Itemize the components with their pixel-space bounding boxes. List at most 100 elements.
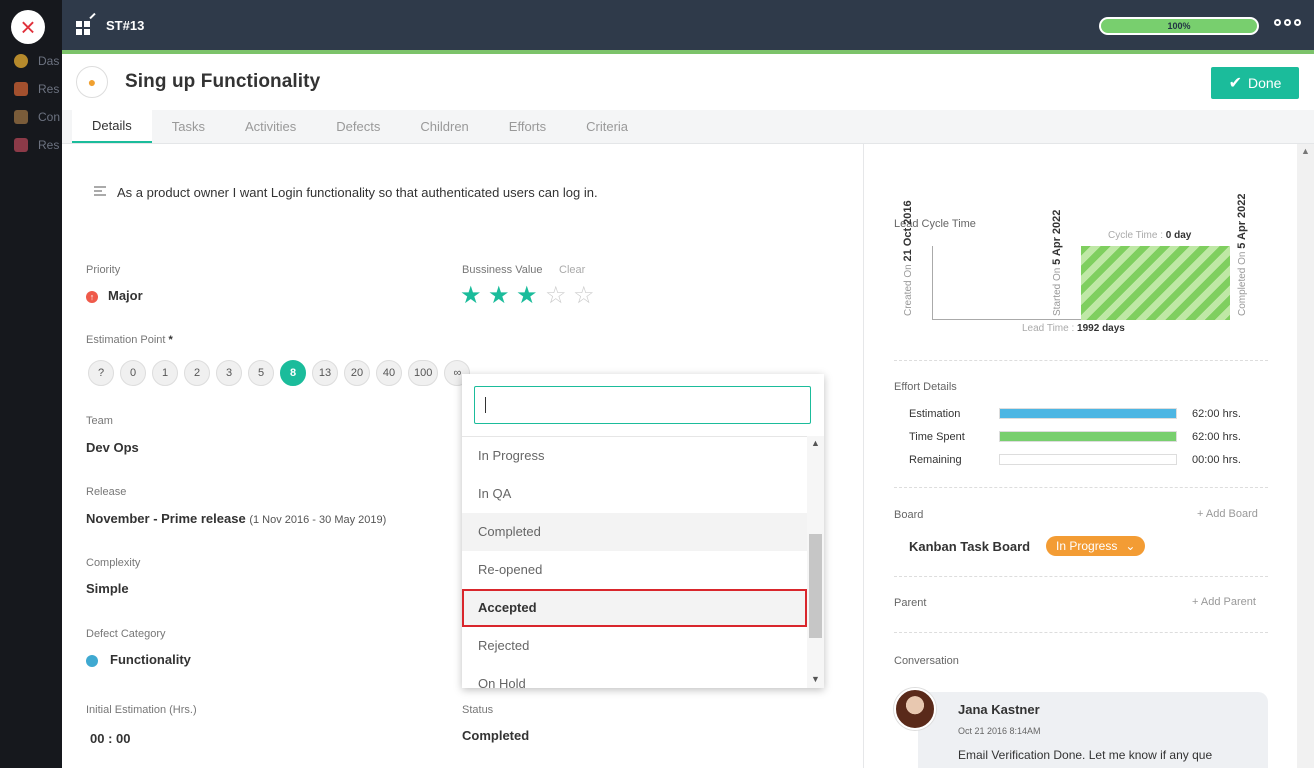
conversation-label: Conversation xyxy=(894,655,959,667)
status-value[interactable]: Completed xyxy=(462,728,529,743)
star-outline-icon[interactable]: ☆ xyxy=(573,284,595,308)
calendar-icon xyxy=(14,110,28,124)
effort-bar xyxy=(999,408,1177,419)
status-option[interactable]: Rejected xyxy=(462,627,807,665)
estimation-point[interactable]: 13 xyxy=(312,360,338,386)
release-range: (1 Nov 2016 - 30 May 2019) xyxy=(249,514,387,526)
right-scrollbar[interactable]: ▲ xyxy=(1297,144,1314,768)
status-option-list: In Progress In QA Completed Re-opened Ac… xyxy=(462,436,807,688)
estimation-point[interactable]: ? xyxy=(88,360,114,386)
estimation-point[interactable]: 3 xyxy=(216,360,242,386)
parent-label: Parent xyxy=(894,597,927,609)
add-parent-link[interactable]: + Add Parent xyxy=(1192,596,1256,608)
app-sidebar-backdrop: Das Res Con Res xyxy=(0,0,62,768)
estimation-points: ? 0 1 2 3 5 8 13 20 40 100 ∞ xyxy=(88,360,471,386)
star-outline-icon[interactable]: ☆ xyxy=(545,284,567,308)
chevron-down-icon[interactable]: ▼ xyxy=(811,674,820,684)
business-value-label: Bussiness Value xyxy=(462,264,543,276)
close-icon[interactable]: × xyxy=(11,10,45,44)
board-name: Kanban Task Board xyxy=(909,539,1031,554)
effort-row-name: Remaining xyxy=(909,454,962,466)
cycle-time: Cycle Time : 0 day xyxy=(1108,230,1191,241)
status-option[interactable]: On Hold xyxy=(462,665,807,688)
add-parent-label: Add Parent xyxy=(1200,596,1256,608)
status-option-selected[interactable]: Accepted xyxy=(462,589,807,627)
effort-bar xyxy=(999,431,1177,442)
tab-activities[interactable]: Activities xyxy=(225,109,316,143)
started-on-date: 5 Apr 2022 xyxy=(1051,209,1063,265)
team-value[interactable]: Dev Ops xyxy=(86,440,139,455)
lead-time-label: Lead Time : xyxy=(1022,323,1075,334)
sidebar-item-label: Con xyxy=(38,110,61,124)
divider xyxy=(894,576,1268,577)
users-icon xyxy=(14,138,28,152)
summary-pane: Lead Cycle Time Cycle Time : 0 day Creat… xyxy=(864,144,1314,768)
more-options-icon[interactable] xyxy=(1274,19,1301,26)
release-value[interactable]: November - Prime release (1 Nov 2016 - 3… xyxy=(86,511,386,526)
chevron-down-icon: ⌄ xyxy=(1125,539,1136,553)
tab-efforts[interactable]: Efforts xyxy=(489,109,566,143)
tab-children[interactable]: Children xyxy=(400,109,488,143)
estimation-point[interactable]: 20 xyxy=(344,360,370,386)
status-option[interactable]: Re-opened xyxy=(462,551,807,589)
message-author: Jana Kastner xyxy=(958,702,1040,717)
completed-on-date: 5 Apr 2022 xyxy=(1236,193,1248,249)
priority-value[interactable]: ↑ Major xyxy=(86,288,143,303)
estimation-point[interactable]: 40 xyxy=(376,360,402,386)
estimation-point[interactable]: 0 xyxy=(120,360,146,386)
status-option[interactable]: In Progress xyxy=(462,437,807,475)
defect-category-text: Functionality xyxy=(110,652,191,667)
effort-bar-fill xyxy=(1000,432,1176,441)
page-title: Sing up Functionality xyxy=(125,71,321,92)
initial-estimation-label: Initial Estimation (Hrs.) xyxy=(86,704,197,716)
lead-cycle-chart: Cycle Time : 0 day Created On 21 Oct 201… xyxy=(894,193,1268,340)
star-icon[interactable]: ★ xyxy=(516,284,538,308)
description-icon xyxy=(94,186,106,198)
clear-rating-link[interactable]: Clear xyxy=(559,264,585,276)
done-button[interactable]: ✔ Done xyxy=(1211,67,1299,99)
scrollbar-thumb[interactable] xyxy=(809,534,822,638)
add-board-link[interactable]: + Add Board xyxy=(1197,508,1258,520)
dashboard-icon xyxy=(14,54,28,68)
star-icon[interactable]: ★ xyxy=(460,284,482,308)
lead-cycle-box xyxy=(932,246,1230,320)
board-status-label: In Progress xyxy=(1056,539,1118,553)
defect-category-value[interactable]: Functionality xyxy=(86,652,191,667)
divider xyxy=(894,632,1268,633)
chevron-up-icon[interactable]: ▲ xyxy=(811,438,820,448)
tab-defects[interactable]: Defects xyxy=(316,109,400,143)
chevron-up-icon[interactable]: ▲ xyxy=(1301,146,1310,156)
estimation-point[interactable]: 2 xyxy=(184,360,210,386)
sidebar-item-label: Res xyxy=(38,138,60,152)
divider xyxy=(894,487,1268,488)
arrow-up-icon: ↑ xyxy=(86,290,98,303)
estimation-point[interactable]: 5 xyxy=(248,360,274,386)
tab-bar: Details Tasks Activities Defects Childre… xyxy=(62,109,1314,144)
complexity-value[interactable]: Simple xyxy=(86,581,129,596)
conversation-message: Jana Kastner Oct 21 2016 8:14AM Email Ve… xyxy=(918,692,1268,768)
star-icon[interactable]: ★ xyxy=(488,284,510,308)
estimation-point-selected[interactable]: 8 xyxy=(280,360,306,386)
priority-value-text: Major xyxy=(108,288,143,303)
status-search-input[interactable] xyxy=(474,386,811,424)
estimation-point[interactable]: 1 xyxy=(152,360,178,386)
tab-details[interactable]: Details xyxy=(72,109,152,143)
created-on-date: 21 Oct 2016 xyxy=(902,200,914,262)
tab-criteria[interactable]: Criteria xyxy=(566,109,648,143)
initial-estimation-value[interactable]: 00 : 00 xyxy=(90,731,130,746)
description-text[interactable]: As a product owner I want Login function… xyxy=(117,185,598,200)
effort-bar xyxy=(999,454,1177,465)
ticket-id: ST#13 xyxy=(106,17,145,33)
message-time: Oct 21 2016 8:14AM xyxy=(958,726,1041,736)
sidebar-item-label: Das xyxy=(38,54,60,68)
tab-tasks[interactable]: Tasks xyxy=(152,109,225,143)
board-status-dropdown[interactable]: In Progress ⌄ xyxy=(1046,536,1146,556)
dropdown-scrollbar[interactable]: ▲ ▼ xyxy=(807,436,824,688)
status-option[interactable]: In QA xyxy=(462,475,807,513)
status-option-hover[interactable]: Completed xyxy=(462,513,807,551)
defect-category-label: Defect Category xyxy=(86,628,166,640)
cycle-period-bar xyxy=(1081,246,1230,320)
plus-icon: + xyxy=(1197,508,1206,520)
board-label: Board xyxy=(894,509,924,521)
estimation-point[interactable]: 100 xyxy=(408,360,439,386)
